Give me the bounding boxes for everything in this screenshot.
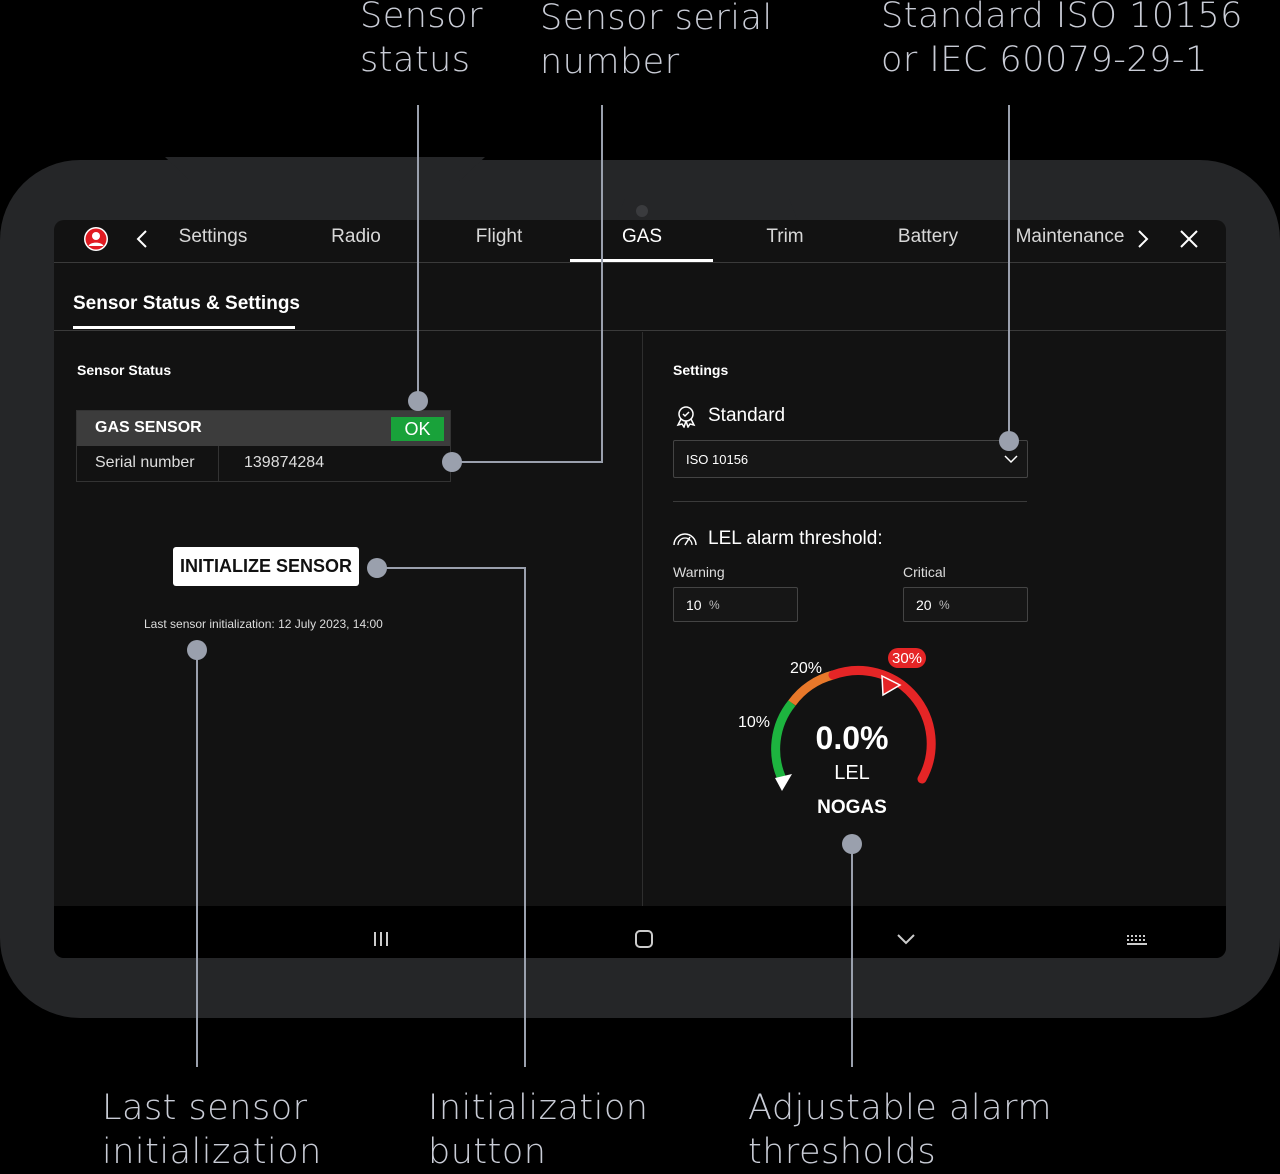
callout-line-last-init — [196, 650, 198, 1067]
status-badge: OK — [391, 417, 444, 441]
subtab-bar: Sensor Status & Settings — [54, 263, 1226, 331]
collapse-keyboard-icon[interactable] — [896, 932, 916, 946]
callout-connector-serial — [452, 461, 603, 463]
callout-sensor-status: Sensor status — [360, 0, 483, 80]
home-icon[interactable] — [634, 930, 654, 948]
close-icon[interactable] — [1178, 228, 1200, 250]
tab-trim[interactable]: Trim — [729, 226, 841, 256]
callout-init-button: Initialization button — [428, 1088, 649, 1172]
chevron-right-icon[interactable] — [1135, 228, 1151, 250]
tick-20-label: 20% — [790, 660, 822, 677]
warning-value: 10 — [686, 597, 702, 613]
callout-dot-status — [408, 391, 428, 411]
warning-unit: % — [709, 598, 720, 612]
device-top-ridge — [165, 157, 485, 181]
callout-standard: Standard ISO 10156 or IEC 60079-29-1 — [881, 0, 1243, 80]
tick-10-label: 10% — [738, 714, 770, 731]
callout-line-init — [524, 567, 526, 1067]
callout-dot-serial — [442, 452, 462, 472]
screen: Settings Radio Flight GAS Trim Battery M… — [54, 220, 1226, 958]
tab-radio[interactable]: Radio — [300, 226, 412, 256]
callout-connector-init — [377, 567, 526, 569]
user-icon[interactable] — [83, 226, 109, 252]
recent-apps-icon[interactable] — [372, 930, 390, 948]
cell-divider — [218, 446, 219, 481]
warning-label: Warning — [673, 564, 725, 580]
gauge-unit: LEL — [834, 762, 870, 784]
gauge-icon — [673, 533, 697, 546]
critical-unit: % — [939, 598, 950, 612]
callout-last-init: Last sensor initialization — [102, 1088, 322, 1172]
callout-line-thresholds — [851, 844, 853, 1067]
callout-line-standard — [1008, 105, 1010, 441]
gauge-value: 0.0% — [816, 720, 889, 756]
serial-number-value: 139874284 — [244, 454, 325, 471]
gauge-arc-green — [771, 700, 796, 783]
tab-bar: Settings Radio Flight GAS Trim Battery M… — [54, 220, 1226, 263]
gauge-arc-orange — [788, 670, 835, 706]
standard-selected-value: ISO 10156 — [686, 452, 749, 467]
critical-value: 20 — [916, 597, 932, 613]
sensor-status-title: Sensor Status — [77, 362, 172, 378]
subtab-sensor-status-settings[interactable]: Sensor Status & Settings — [73, 293, 300, 315]
standard-select[interactable]: ISO 10156 — [673, 440, 1028, 478]
lel-gauge: 30% 20% 10% 0.0% LEL NOGAS — [738, 648, 936, 818]
keyboard-icon[interactable] — [1126, 933, 1148, 947]
sensor-status-table: GAS SENSOR OK Serial number 139874284 — [76, 410, 451, 482]
camera-lens — [636, 205, 648, 217]
column-divider — [642, 332, 643, 906]
gas-sensor-label: GAS SENSOR — [95, 419, 202, 436]
active-tab-indicator — [570, 259, 713, 262]
chevron-down-icon[interactable] — [1003, 453, 1019, 465]
gas-sensor-row: GAS SENSOR OK — [77, 411, 450, 446]
critical-input[interactable]: 20 % — [903, 587, 1028, 622]
callout-serial-number: Sensor serial number — [540, 0, 773, 82]
last-init-text: Last sensor initialization: 12 July 2023… — [144, 617, 383, 631]
gauge-status: NOGAS — [817, 797, 887, 818]
tab-maintenance[interactable]: Maintenance — [1009, 226, 1131, 256]
callout-thresholds: Adjustable alarm thresholds — [748, 1088, 1052, 1172]
system-nav-bar — [54, 906, 1226, 958]
settings-divider — [673, 501, 1027, 502]
subtab-indicator — [73, 326, 295, 329]
tab-flight[interactable]: Flight — [443, 226, 555, 256]
award-icon — [676, 406, 696, 428]
chevron-left-icon[interactable] — [134, 228, 150, 250]
callout-dot-standard — [999, 431, 1019, 451]
initialize-sensor-button[interactable]: INITIALIZE SENSOR — [173, 547, 359, 586]
callout-line-status — [417, 105, 419, 401]
lel-threshold-label: LEL alarm threshold: — [708, 528, 883, 549]
tab-battery[interactable]: Battery — [872, 226, 984, 256]
tab-settings[interactable]: Settings — [158, 226, 268, 256]
serial-number-label: Serial number — [95, 454, 195, 471]
tick-30-label: 30% — [892, 650, 922, 667]
standard-label: Standard — [708, 405, 786, 426]
callout-line-serial — [601, 105, 603, 463]
settings-title: Settings — [673, 362, 729, 378]
warning-input[interactable]: 10 % — [673, 587, 798, 622]
critical-label: Critical — [903, 564, 946, 580]
